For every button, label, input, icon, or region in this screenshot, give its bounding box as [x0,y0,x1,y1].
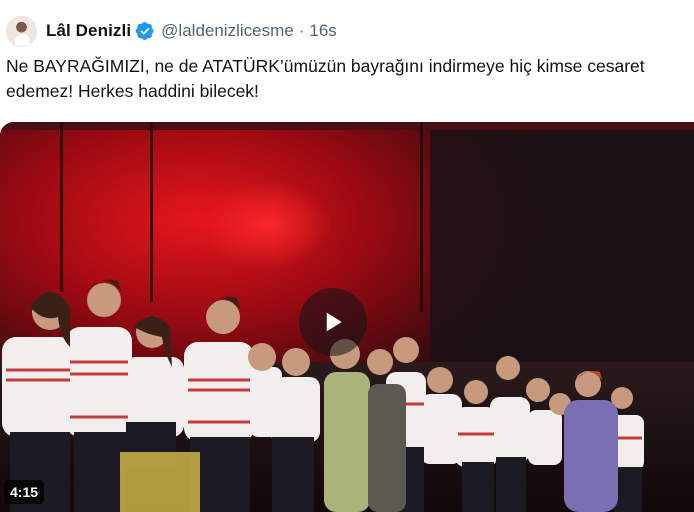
meta-separator: · [298,21,305,40]
play-icon [326,312,342,332]
tweet[interactable]: Lâl Denizli @laldenizlicesme · 16s Ne BA… [0,0,694,512]
avatar[interactable] [6,15,37,47]
video-player[interactable]: 4:15 [0,122,694,512]
tweet-timestamp[interactable]: 16s [309,21,336,41]
author-display-name[interactable]: Lâl Denizli [46,21,131,41]
play-button[interactable] [299,288,367,356]
verified-badge-icon[interactable] [135,21,155,41]
tweet-header: Lâl Denizli @laldenizlicesme · 16s [6,14,337,48]
video-duration-badge: 4:15 [4,480,45,504]
author-handle[interactable]: @laldenizlicesme [161,21,294,41]
tweet-text: Ne BAYRAĞIMIZI, ne de ATATÜRK’ümüzün bay… [6,56,645,101]
